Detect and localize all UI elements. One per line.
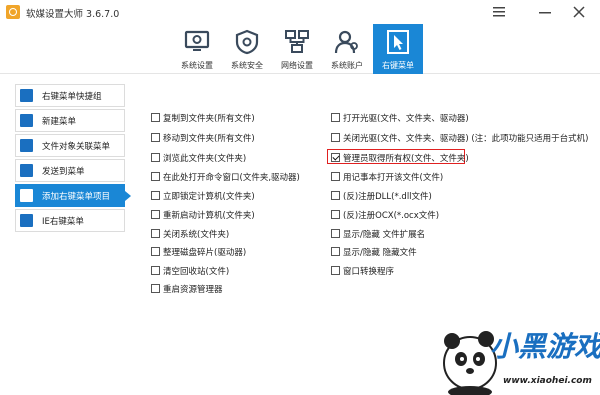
sidebar-item-label: 右键菜单快捷组: [42, 92, 102, 102]
sidebar-item-new-menu[interactable]: 新建菜单: [15, 109, 125, 132]
checkbox[interactable]: [331, 133, 340, 142]
main-toolbar: 系统设置 系统安全 网络设置 系统账户 右键菜单: [0, 24, 600, 74]
tab-context-menu[interactable]: 右键菜单: [373, 24, 423, 74]
monitor-gear-icon: [184, 30, 210, 51]
watermark-url: www.xiaohei.com: [503, 376, 592, 386]
sidebar-item-label: 新建菜单: [42, 117, 77, 127]
sidebar-item-label: IE右键菜单: [42, 217, 84, 227]
sidebar: 右键菜单快捷组 新建菜单 文件对象关联菜单 发送到菜单 添加右键菜单项目 IE右…: [15, 84, 131, 234]
checkbox[interactable]: [331, 113, 340, 122]
hamburger-icon: [493, 7, 505, 17]
checkbox[interactable]: [331, 229, 340, 238]
checkbox[interactable]: [151, 247, 160, 256]
checkbox[interactable]: [151, 153, 160, 162]
close-button[interactable]: [564, 0, 594, 24]
tab-system-accounts[interactable]: 系统账户: [322, 24, 372, 74]
sidebar-item-file-association-menu[interactable]: 文件对象关联菜单: [15, 134, 125, 157]
checkbox[interactable]: [151, 113, 160, 122]
checkbox[interactable]: [331, 247, 340, 256]
checkbox[interactable]: [151, 284, 160, 293]
sidebar-item-context-menu-quick-group[interactable]: 右键菜单快捷组: [15, 84, 125, 107]
minimize-icon: [539, 12, 551, 14]
checkbox[interactable]: [331, 191, 340, 200]
checkbox[interactable]: [151, 191, 160, 200]
checkbox[interactable]: [331, 210, 340, 219]
app-logo-icon: [6, 5, 20, 19]
minimize-button[interactable]: [530, 0, 560, 24]
sidebar-item-label: 添加右键菜单项目: [42, 192, 111, 202]
sidebar-item-send-to-menu[interactable]: 发送到菜单: [15, 159, 125, 182]
menu-button[interactable]: [484, 0, 514, 24]
shield-gear-icon: [235, 29, 259, 55]
ie-icon: [20, 214, 33, 227]
watermark-brand: 小黑游戏: [490, 330, 600, 363]
add-item-icon: [20, 189, 33, 202]
file-list-icon: [20, 139, 33, 152]
active-pointer-icon: [125, 191, 131, 201]
checkbox[interactable]: [331, 266, 340, 275]
sidebar-item-add-context-menu-items[interactable]: 添加右键菜单项目: [15, 184, 131, 207]
tab-system-security[interactable]: 系统安全: [222, 24, 272, 74]
title-bar: 软媒设置大师 3.6.7.0: [0, 0, 600, 24]
checkbox[interactable]: [331, 172, 340, 181]
checkbox[interactable]: [151, 266, 160, 275]
checkbox[interactable]: [151, 229, 160, 238]
tab-network-settings[interactable]: 网络设置: [272, 24, 322, 74]
cursor-icon: [387, 30, 409, 54]
send-arrow-icon: [20, 164, 33, 177]
sidebar-item-label: 发送到菜单: [42, 167, 85, 177]
checkbox[interactable]: [151, 210, 160, 219]
users-icon: [334, 30, 358, 54]
new-menu-icon: [20, 114, 33, 127]
tab-system-settings[interactable]: 系统设置: [172, 24, 222, 74]
network-icon: [285, 30, 309, 53]
menu-group-icon: [20, 89, 33, 102]
checkbox-checked[interactable]: [331, 153, 340, 162]
sidebar-item-ie-context-menu[interactable]: IE右键菜单: [15, 209, 125, 232]
checkbox[interactable]: [151, 172, 160, 181]
app-title: 软媒设置大师 3.6.7.0: [26, 9, 120, 20]
close-icon: [573, 6, 585, 18]
checkbox[interactable]: [151, 133, 160, 142]
sidebar-item-label: 文件对象关联菜单: [42, 142, 111, 152]
